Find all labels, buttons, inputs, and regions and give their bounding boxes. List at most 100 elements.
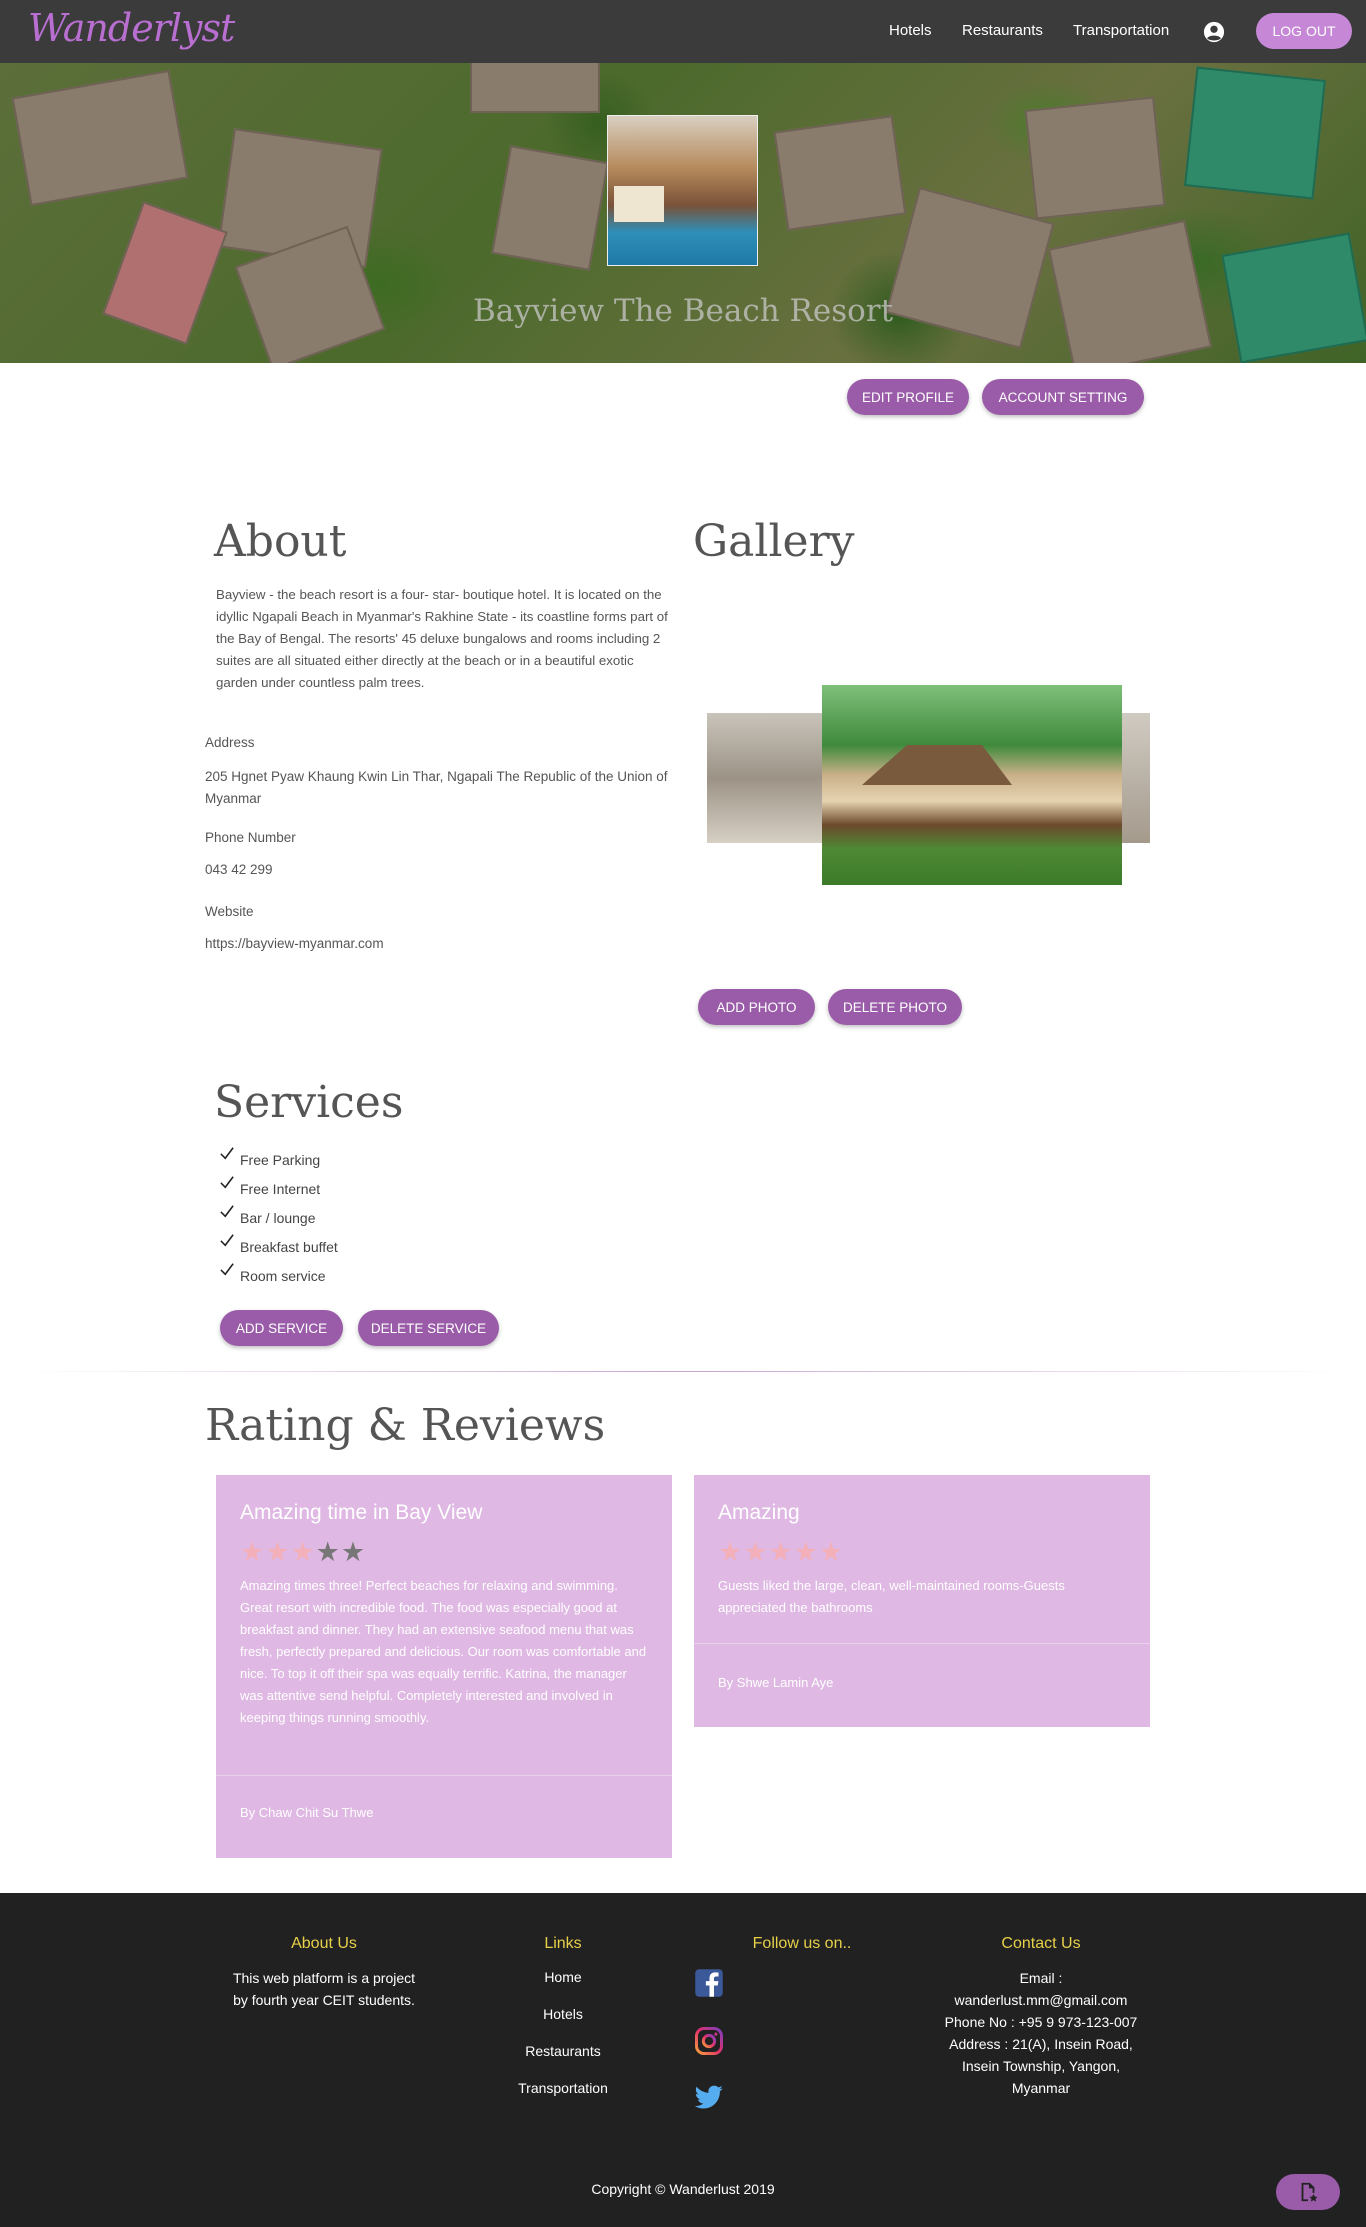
footer-link-transportation[interactable]: Transportation — [493, 2080, 633, 2096]
star-icon: ★ — [818, 1537, 845, 1568]
card-divider — [694, 1643, 1150, 1644]
about-text: Bayview - the beach resort is a four- st… — [216, 587, 668, 690]
star-rating: ★★★★★ — [240, 1537, 366, 1568]
gallery-heading: Gallery — [693, 516, 855, 567]
instagram-icon[interactable] — [694, 2026, 724, 2056]
hotel-sign — [614, 186, 664, 222]
service-label: Room service — [240, 1268, 326, 1284]
user-account-icon[interactable] — [1203, 21, 1225, 43]
check-icon — [220, 1205, 234, 1218]
footer-link-home[interactable]: Home — [493, 1969, 633, 1985]
section-divider — [20, 1371, 1346, 1372]
gallery-prev-image[interactable] — [707, 713, 825, 843]
contact-line: Insein Township, Yangon, — [961, 2058, 1120, 2074]
footer-about-text: This web platform is a project by fourth… — [174, 1967, 474, 2011]
review-body: Guests liked the large, clean, well-main… — [718, 1578, 1065, 1615]
footer-links-heading: Links — [544, 1935, 582, 1952]
star-icon: ★ — [793, 1537, 819, 1568]
star-icon: ★ — [743, 1537, 769, 1568]
address-label: Address — [205, 735, 255, 750]
star-icon: ★ — [240, 1537, 266, 1568]
about-heading: About — [214, 516, 347, 567]
hotel-title: Bayview The Beach Resort — [472, 293, 894, 329]
delete-photo-button[interactable]: DELETE PHOTO — [828, 989, 962, 1025]
add-photo-button[interactable]: ADD PHOTO — [698, 989, 815, 1025]
check-icon — [220, 1234, 234, 1247]
footer-link-hotels[interactable]: Hotels — [493, 2006, 633, 2022]
service-label: Breakfast buffet — [240, 1239, 338, 1255]
hero-roof — [1048, 219, 1212, 363]
logout-button[interactable]: LOG OUT — [1256, 13, 1352, 49]
contact-line: Email : — [1019, 1970, 1063, 1986]
twitter-icon[interactable] — [694, 2082, 724, 2112]
review-title: Amazing — [718, 1501, 800, 1524]
review-author: By Shwe Lamin Aye — [718, 1675, 834, 1690]
navbar: Wanderlyst Hotels Restaurants Transporta… — [0, 0, 1366, 63]
contact-line: Myanmar — [1011, 2080, 1071, 2096]
document-edit-icon — [1301, 2182, 1318, 2202]
review-card: Amazing ★★★★★ Guests liked the large, cl… — [694, 1475, 1150, 1727]
phone-label: Phone Number — [205, 830, 296, 845]
card-divider — [216, 1775, 672, 1776]
delete-service-button[interactable]: DELETE SERVICE — [358, 1310, 499, 1346]
service-label: Free Parking — [240, 1152, 321, 1168]
services-heading: Services — [214, 1077, 404, 1128]
contact-email[interactable]: wanderlust.mm@gmail.com — [891, 1989, 1191, 2011]
star-rating: ★★★★★ — [718, 1537, 844, 1568]
hero-roof — [11, 69, 189, 207]
hero-roof — [1184, 66, 1326, 200]
service-label: Bar / lounge — [240, 1210, 316, 1226]
footer-contact-text: Email : wanderlust.mm@gmail.com Phone No… — [891, 1967, 1191, 2099]
add-service-button[interactable]: ADD SERVICE — [220, 1310, 343, 1346]
address-value: 205 Hgnet Pyaw Khaung Kwin Lin Thar, Nga… — [205, 769, 668, 806]
contact-line: Address : 21(A), Insein Road, — [949, 2036, 1133, 2052]
hero-roof — [491, 145, 609, 271]
service-item: Free Internet — [220, 1176, 321, 1197]
star-icon: ★ — [340, 1537, 367, 1568]
website-label: Website — [205, 904, 254, 919]
footer-follow-heading: Follow us on.. — [752, 1935, 852, 1952]
reviews-heading: Rating & Reviews — [205, 1400, 606, 1451]
review-body: Amazing times three! Perfect beaches for… — [240, 1578, 647, 1725]
service-label: Free Internet — [240, 1181, 321, 1197]
website-value[interactable]: https://bayview-myanmar.com — [205, 936, 384, 951]
service-item: Room service — [220, 1263, 326, 1284]
star-icon: ★ — [290, 1537, 316, 1568]
hotel-thumbnail — [607, 115, 758, 266]
facebook-icon[interactable] — [694, 1968, 724, 1998]
service-item: Breakfast buffet — [220, 1234, 338, 1255]
footer-about-line: by fourth year CEIT students. — [233, 1992, 415, 2008]
star-icon: ★ — [768, 1537, 794, 1568]
hero-roof — [773, 115, 907, 231]
phone-value: 043 42 299 — [205, 862, 273, 877]
edit-profile-button[interactable]: EDIT PROFILE — [847, 379, 969, 415]
star-icon: ★ — [315, 1537, 341, 1568]
check-icon — [220, 1263, 234, 1276]
check-icon — [220, 1147, 234, 1160]
review-fab-button[interactable] — [1276, 2174, 1340, 2210]
gallery-next-image[interactable] — [1118, 713, 1150, 843]
gallery-main-image[interactable] — [822, 685, 1122, 885]
copyright: Copyright © Wanderlust 2019 — [591, 2181, 775, 2197]
star-icon: ★ — [718, 1537, 744, 1568]
check-icon — [220, 1176, 234, 1189]
account-setting-button[interactable]: ACCOUNT SETTING — [982, 379, 1144, 415]
hero-roof — [1024, 96, 1166, 220]
nav-link-restaurants[interactable]: Restaurants — [962, 22, 1043, 39]
star-icon: ★ — [265, 1537, 291, 1568]
hero-roof — [470, 63, 600, 113]
nav-link-transportation[interactable]: Transportation — [1073, 22, 1169, 39]
footer-about-line: This web platform is a project — [232, 1970, 416, 1986]
hero-banner: Bayview The Beach Resort — [0, 63, 1366, 363]
footer-about-heading: About Us — [291, 1935, 357, 1952]
review-card: Amazing time in Bay View ★★★★★ Amazing t… — [216, 1475, 672, 1858]
review-title: Amazing time in Bay View — [240, 1501, 483, 1524]
nav-link-hotels[interactable]: Hotels — [889, 22, 932, 39]
review-author: By Chaw Chit Su Thwe — [240, 1805, 374, 1820]
footer-link-restaurants[interactable]: Restaurants — [493, 2043, 633, 2059]
service-item: Bar / lounge — [220, 1205, 316, 1226]
contact-phone: Phone No : +95 9 973-123-007 — [944, 2014, 1138, 2030]
service-item: Free Parking — [220, 1147, 321, 1168]
footer-contact-heading: Contact Us — [1001, 1935, 1081, 1952]
logo[interactable]: Wanderlyst — [28, 6, 235, 50]
